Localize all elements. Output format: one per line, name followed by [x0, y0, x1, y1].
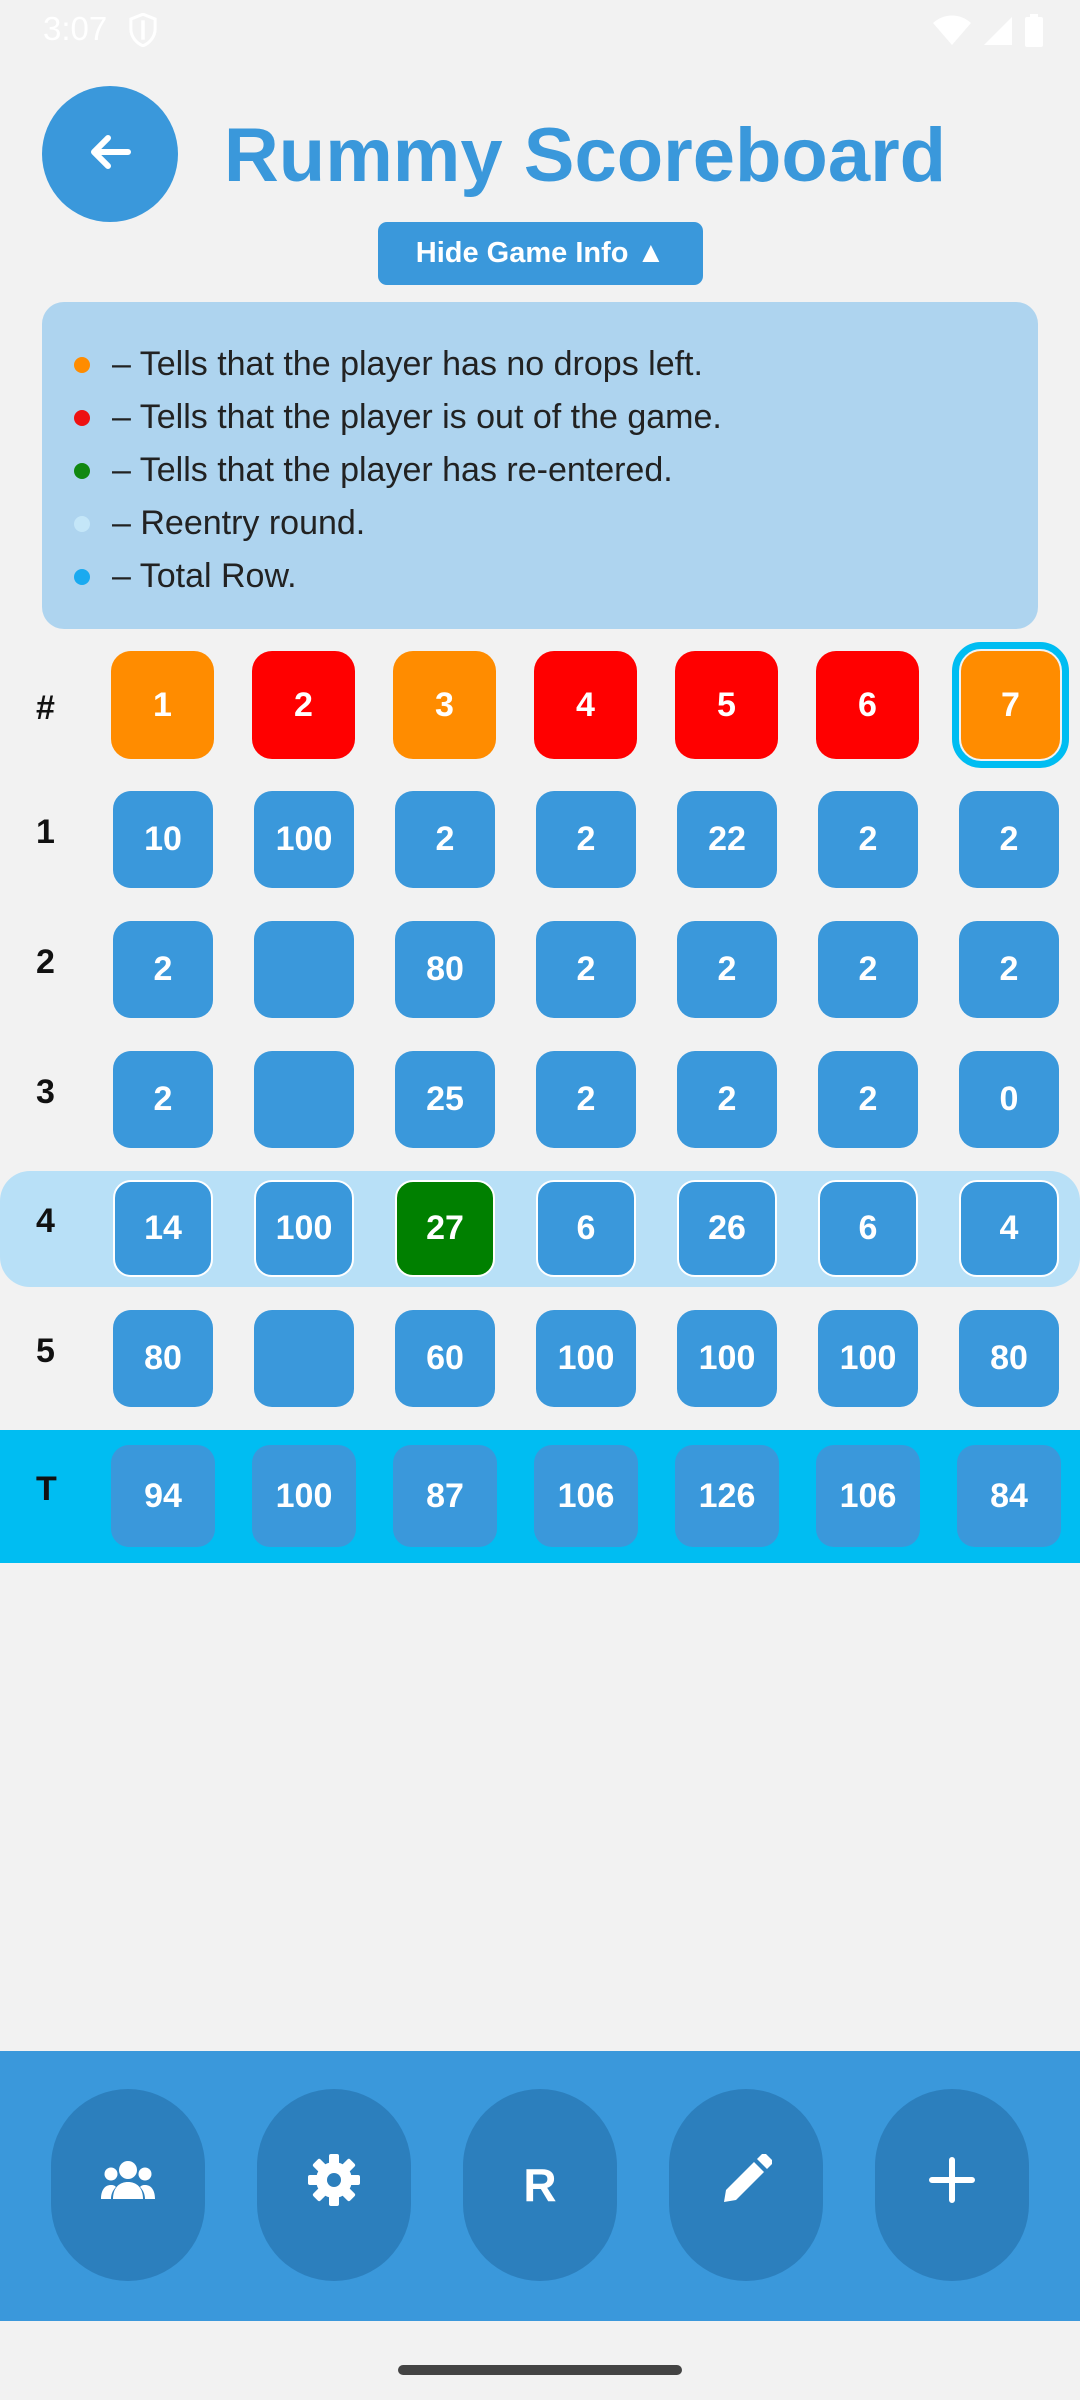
status-bar: 3:07 [0, 0, 1080, 62]
players-button[interactable] [51, 2089, 205, 2281]
score-cell[interactable]: 14 [113, 1180, 213, 1277]
settings-button[interactable] [257, 2089, 411, 2281]
bottom-action-bar: R [0, 2051, 1080, 2321]
score-cell[interactable]: 10 [113, 791, 213, 888]
status-time: 3:07 [43, 10, 108, 47]
row-label-round-3: 3 [36, 1073, 55, 1111]
score-cell[interactable]: 80 [395, 921, 495, 1018]
legend-text: – Tells that the player is out of the ga… [112, 398, 722, 436]
score-cell[interactable]: 2 [959, 921, 1059, 1018]
row-label-round-5: 5 [36, 1332, 55, 1370]
wifi-icon [932, 15, 972, 52]
score-cell[interactable]: 2 [818, 921, 918, 1018]
score-cell[interactable]: 100 [254, 1180, 354, 1277]
player-header-5[interactable]: 5 [675, 651, 778, 759]
legend-item: – Tells that the player has re-entered. [74, 444, 1038, 497]
player-header-1[interactable]: 1 [111, 651, 214, 759]
score-cell[interactable]: 22 [677, 791, 777, 888]
row-label-round-2: 2 [36, 943, 55, 981]
legend-panel: – Tells that the player has no drops lef… [42, 302, 1038, 629]
score-cell[interactable]: 2 [113, 921, 213, 1018]
pencil-icon [720, 2152, 773, 2217]
score-cell[interactable]: 4 [959, 1180, 1059, 1277]
score-cell[interactable]: 80 [113, 1310, 213, 1407]
score-cell[interactable] [254, 1051, 354, 1148]
player-header-6[interactable]: 6 [816, 651, 919, 759]
legend-dot [74, 515, 90, 532]
shield-icon [128, 12, 158, 52]
plus-icon [929, 2156, 975, 2214]
total-cell: 106 [816, 1445, 920, 1547]
score-cell[interactable]: 60 [395, 1310, 495, 1407]
score-cell[interactable]: 2 [536, 791, 636, 888]
status-icons [932, 14, 1044, 53]
legend-item: – Tells that the player has no drops lef… [74, 338, 1038, 391]
reentry-button[interactable]: R [463, 2089, 617, 2281]
score-cell[interactable]: 0 [959, 1051, 1059, 1148]
row-label-round-1: 1 [36, 813, 55, 851]
group-icon [100, 2158, 156, 2212]
legend-dot [74, 568, 90, 585]
legend-dot [74, 356, 90, 373]
score-cell[interactable] [254, 921, 354, 1018]
signal-icon [982, 15, 1014, 52]
page-title: Rummy Scoreboard [223, 113, 947, 198]
legend-item: – Reentry round. [74, 497, 1038, 550]
score-cell[interactable]: 25 [395, 1051, 495, 1148]
row-label-round-4: 4 [36, 1202, 55, 1240]
score-cell[interactable]: 26 [677, 1180, 777, 1277]
legend-text: – Tells that the player has re-entered. [112, 451, 673, 489]
legend-item: – Total Row. [74, 550, 1038, 603]
total-cell: 87 [393, 1445, 497, 1547]
total-cell: 84 [957, 1445, 1061, 1547]
score-cell[interactable]: 2 [818, 1051, 918, 1148]
score-cell[interactable]: 27 [395, 1180, 495, 1277]
home-indicator[interactable] [398, 2365, 682, 2375]
arrow-left-icon [88, 132, 132, 177]
back-button[interactable] [42, 86, 178, 222]
total-cell: 126 [675, 1445, 779, 1547]
legend-text: – Tells that the player has no drops lef… [112, 345, 703, 383]
score-cell[interactable]: 6 [818, 1180, 918, 1277]
legend-dot [74, 462, 90, 479]
legend-dot [74, 409, 90, 426]
score-cell[interactable]: 100 [536, 1310, 636, 1407]
score-cell[interactable]: 2 [395, 791, 495, 888]
score-cell[interactable]: 100 [254, 791, 354, 888]
score-cell[interactable]: 2 [536, 921, 636, 1018]
score-cell[interactable]: 6 [536, 1180, 636, 1277]
score-cell[interactable]: 2 [959, 791, 1059, 888]
score-cell[interactable]: 2 [677, 921, 777, 1018]
player-header-3[interactable]: 3 [393, 651, 496, 759]
score-cell[interactable]: 100 [677, 1310, 777, 1407]
player-header-4[interactable]: 4 [534, 651, 637, 759]
score-cell[interactable]: 2 [113, 1051, 213, 1148]
battery-icon [1024, 14, 1044, 53]
total-cell: 106 [534, 1445, 638, 1547]
legend-text: – Total Row. [112, 557, 297, 595]
add-button[interactable] [875, 2089, 1029, 2281]
score-cell[interactable]: 2 [818, 791, 918, 888]
row-label-header: # [36, 689, 55, 727]
total-cell: 100 [252, 1445, 356, 1547]
total-cell: 94 [111, 1445, 215, 1547]
row-label-total: T [36, 1470, 57, 1508]
gear-icon [307, 2153, 361, 2218]
score-cell[interactable]: 80 [959, 1310, 1059, 1407]
player-header-2[interactable]: 2 [252, 651, 355, 759]
hide-game-info-button[interactable]: Hide Game Info ▲ [378, 222, 703, 285]
score-cell[interactable] [254, 1310, 354, 1407]
legend-item: – Tells that the player is out of the ga… [74, 391, 1038, 444]
score-cell[interactable]: 2 [677, 1051, 777, 1148]
score-cell[interactable]: 2 [536, 1051, 636, 1148]
edit-button[interactable] [669, 2089, 823, 2281]
legend-text: – Reentry round. [112, 504, 366, 542]
player-header-7[interactable]: 7 [952, 642, 1069, 768]
score-cell[interactable]: 100 [818, 1310, 918, 1407]
